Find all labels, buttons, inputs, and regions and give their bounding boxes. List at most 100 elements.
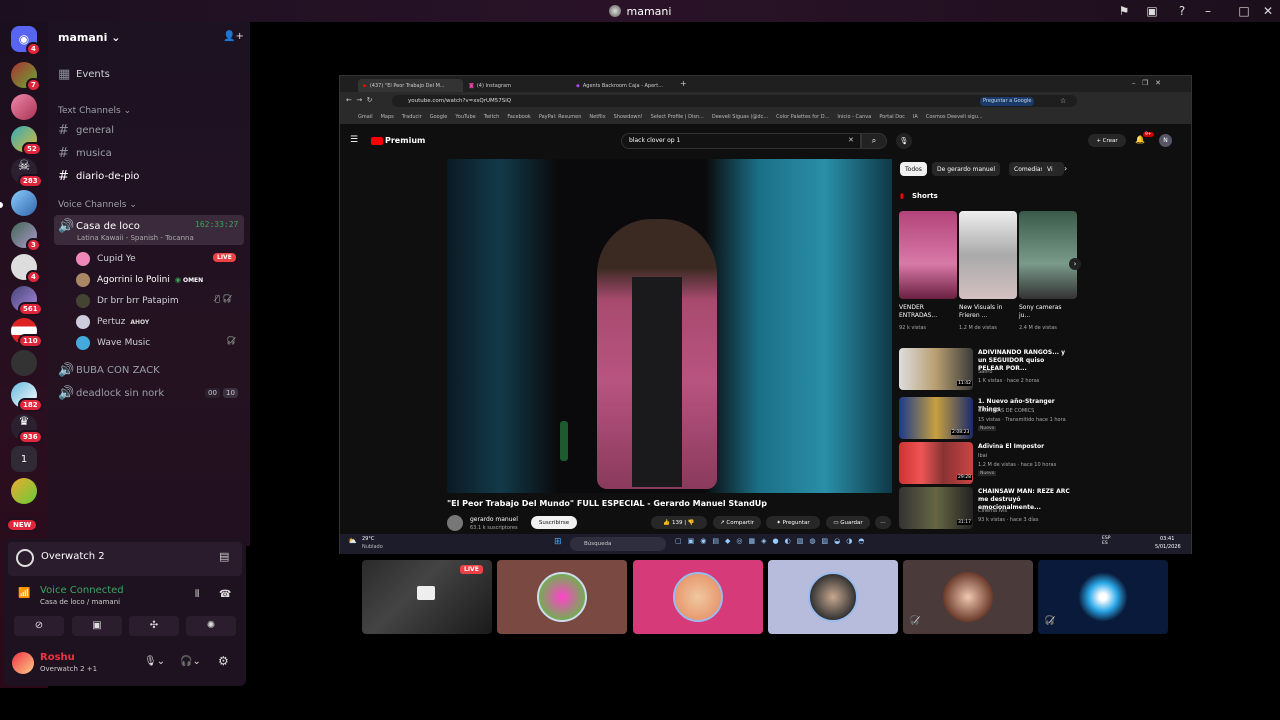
ask-button[interactable]: ✦ Preguntar — [766, 516, 820, 529]
chip-todos[interactable]: Todos — [900, 162, 927, 176]
voice-channel-buba[interactable]: 🔊 BUBA CON ZACK — [58, 363, 160, 378]
bookmark[interactable]: Maps — [381, 114, 394, 120]
clock-date[interactable]: 5/01/2026 — [1155, 544, 1181, 550]
search-input[interactable]: black clover op 1 — [621, 133, 861, 149]
nav-icons[interactable]: ← → ↻ — [346, 96, 373, 104]
bookmark[interactable]: PayPal: Resumen — [539, 114, 582, 120]
soundboard-button[interactable]: ✺ — [186, 616, 236, 636]
bookmark[interactable]: Traducir — [402, 114, 422, 120]
subscribe-button[interactable]: Suscribirse — [531, 516, 577, 529]
star-icon[interactable]: ☆ — [1060, 97, 1066, 105]
chevron-right-icon[interactable]: › — [1064, 164, 1067, 173]
text-category[interactable]: Text Channels ⌄ — [58, 106, 131, 116]
new-tab-icon[interactable]: + — [680, 79, 687, 88]
start-icon[interactable]: ⊞ — [554, 537, 562, 547]
camera-button[interactable]: ⊘ — [14, 616, 64, 636]
participant-tile[interactable]: 🎧̸ — [903, 560, 1033, 634]
close-button[interactable]: ✕ — [1256, 0, 1280, 22]
microphone-icon[interactable]: 🎙⌄ — [144, 656, 165, 667]
server-icon[interactable] — [11, 350, 37, 376]
bookmark[interactable]: Facebook — [507, 114, 531, 120]
short-title[interactable]: New Visuals in Frieren ... — [959, 304, 1007, 320]
voice-search-icon[interactable]: 🎙 — [896, 133, 912, 149]
menu-icon[interactable]: ☰ — [350, 135, 358, 145]
tab-instagram[interactable]: ◙ (4) Instagram — [464, 79, 569, 93]
search-button[interactable]: ⌕ — [861, 133, 887, 149]
bookmark[interactable]: Gmail — [358, 114, 373, 120]
channel-name[interactable]: gerardo manuel — [470, 516, 518, 523]
server-name-header[interactable]: mamani ⌄ — [58, 31, 120, 44]
chip-gerardo[interactable]: De gerardo manuel — [932, 162, 1001, 176]
signal-icon[interactable]: 📶 — [18, 588, 30, 599]
channel-general[interactable]: # general — [58, 123, 114, 138]
noise-suppression-icon[interactable]: ⫴ — [195, 589, 199, 600]
short-title[interactable]: Sony cameras ju... — [1019, 304, 1067, 320]
clock-time[interactable]: 03:41 — [1160, 536, 1174, 542]
bookmark[interactable]: Portal Doc — [879, 114, 905, 120]
channel-musica[interactable]: # musica — [58, 146, 112, 161]
new-badge[interactable]: NEW — [6, 518, 39, 532]
ask-google-button[interactable]: Preguntar a Google — [980, 97, 1035, 106]
bookmark[interactable]: YouTube — [455, 114, 475, 120]
bookmark[interactable]: Inicio - Canva — [837, 114, 871, 120]
video-player[interactable] — [447, 159, 892, 493]
voice-user[interactable]: Wave Music — [76, 336, 150, 350]
server-icon[interactable] — [11, 190, 37, 216]
short-thumbnail[interactable] — [959, 211, 1017, 299]
server-icon[interactable] — [11, 478, 37, 504]
voice-user[interactable]: Cupid Ye — [76, 252, 136, 266]
screen-share-icon[interactable]: ▣ — [1140, 0, 1164, 22]
maximize-button[interactable]: □ — [1232, 0, 1256, 22]
invite-icon[interactable]: 👤+ — [223, 31, 244, 42]
short-thumbnail[interactable] — [899, 211, 957, 299]
server-icon[interactable] — [11, 94, 37, 120]
save-button[interactable]: ▭ Guardar — [826, 516, 870, 529]
channel-avatar[interactable] — [447, 515, 463, 531]
participant-tile[interactable] — [633, 560, 763, 634]
participant-tile[interactable] — [768, 560, 898, 634]
bookmark[interactable]: Select Profile | Disn... — [651, 114, 704, 120]
shorts-next-icon[interactable]: › — [1069, 258, 1081, 270]
settings-icon[interactable]: ⚙ — [218, 654, 229, 668]
youtube-logo-text[interactable]: Premium — [385, 136, 425, 145]
minimize-button[interactable]: – — [1196, 0, 1220, 22]
url-bar[interactable]: youtube.com/watch?v=xsQrUM57SiQ — [392, 95, 1077, 107]
short-thumbnail[interactable] — [1019, 211, 1077, 299]
inbox-icon[interactable]: ⚑ — [1112, 0, 1136, 22]
game-settings-icon[interactable]: ▤ — [219, 550, 229, 563]
voice-channel-casa[interactable]: 🔊 Casa de loco — [58, 219, 140, 234]
voice-user[interactable]: Pertuz AHOY — [76, 315, 149, 329]
help-icon[interactable]: ? — [1170, 0, 1194, 22]
account-avatar[interactable]: N — [1159, 134, 1172, 147]
bookmark[interactable]: Twitch — [484, 114, 500, 120]
bookmark[interactable]: Color Palettes for D... — [776, 114, 829, 120]
avatar[interactable] — [12, 652, 34, 674]
voice-user[interactable]: Dr brr brr Patapim — [76, 294, 179, 308]
clear-search-icon[interactable]: ✕ — [848, 136, 854, 144]
bookmark[interactable]: Google — [430, 114, 448, 120]
bookmark[interactable]: Netflix — [589, 114, 605, 120]
participant-tile[interactable]: 🎧̸ — [1038, 560, 1168, 634]
tab-youtube[interactable]: ▶ (437) "El Peor Trabajo Del M... — [358, 79, 463, 93]
username[interactable]: Roshu — [40, 652, 75, 663]
taskbar-search[interactable]: Búsqueda — [570, 537, 666, 551]
bookmark[interactable]: Cosmos Deeveli sigu... — [926, 114, 983, 120]
participant-tile[interactable] — [497, 560, 627, 634]
events-item[interactable]: ▦ Events — [58, 67, 110, 82]
disconnect-icon[interactable]: ☎ — [219, 589, 231, 600]
like-button[interactable]: 👍 139 | 👎 — [651, 516, 707, 529]
taskbar-apps[interactable]: ▢ ▣ ◉ ▤ ◆ ◎ ▦ ◈ ● ◐ ▧ ◍ ▨ ◒ ◑ ◓ — [675, 537, 975, 551]
activities-button[interactable]: ✣ — [129, 616, 179, 636]
window-controls[interactable]: – ❐ ✕ — [1132, 79, 1161, 87]
stream-tile[interactable]: LIVE — [362, 560, 492, 634]
share-button[interactable]: ↗ Compartir — [713, 516, 761, 529]
language-indicator[interactable]: ESP ES — [1102, 536, 1116, 546]
voice-user[interactable]: Agorrini lo Polini ◉ OMEN — [76, 273, 203, 287]
more-button[interactable]: ⋯ — [875, 516, 891, 529]
channel-diario-de-pio[interactable]: # diario-de-pio — [58, 169, 139, 184]
chip-more[interactable]: Vi — [1042, 162, 1064, 176]
bookmark[interactable]: IA — [913, 114, 918, 120]
headphones-icon[interactable]: 🎧⌄ — [180, 656, 201, 667]
video-title[interactable]: Adivina El Impostor — [978, 443, 1070, 451]
tab-agents[interactable]: ◆ Agents Backroom Caja - Apert... — [571, 79, 676, 93]
